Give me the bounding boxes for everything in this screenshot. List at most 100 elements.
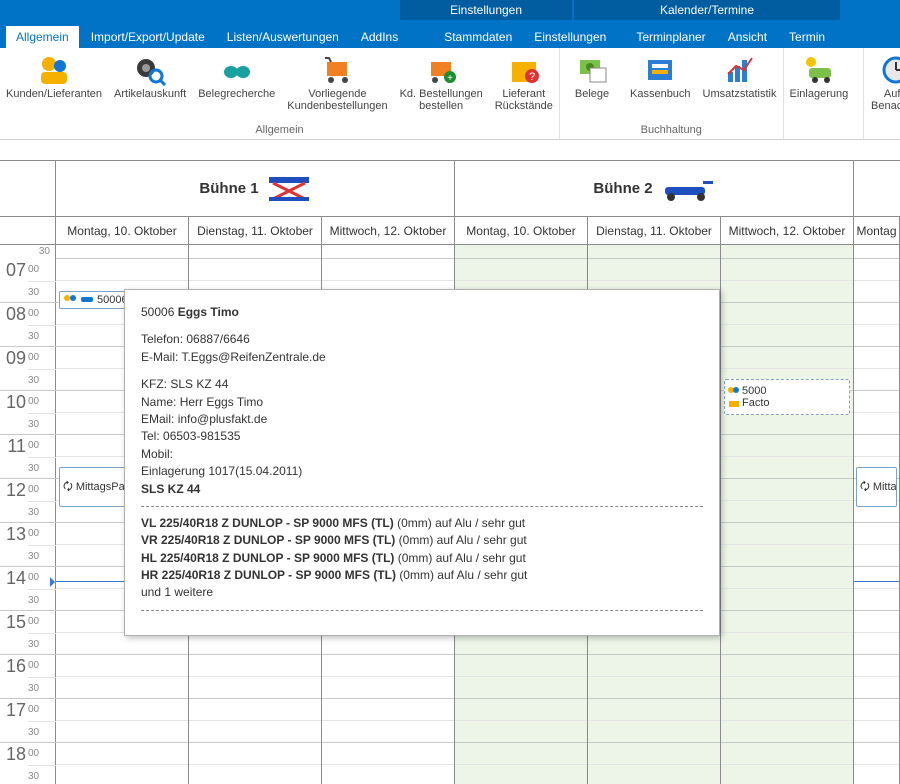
appt-mittag-b3[interactable]: 🗘 Mitta <box>856 467 897 507</box>
tt-tel: 06887/6646 <box>186 332 249 346</box>
artikel-label: Artikelauskunft <box>114 88 186 100</box>
tt-tel2: 06503-981535 <box>163 429 240 443</box>
ribbon-group-spacer2 <box>864 122 900 139</box>
car-qat-icon[interactable] <box>48 3 66 21</box>
chart-icon <box>724 54 756 86</box>
tt-tire-vr-sfx: (0mm) auf Alu / sehr gut <box>399 533 527 547</box>
tt-mobil-label: Mobil: <box>141 447 173 461</box>
auftrag-benachrichtigung-button[interactable]: Auftr Benachric <box>864 50 900 122</box>
kd-bestellungen-button[interactable]: + Kd. Bestellungen bestellen <box>394 50 489 122</box>
appt-people-icon <box>728 386 740 396</box>
tab-importexport[interactable]: Import/Export/Update <box>81 26 215 48</box>
lieferant-rueckstaende-button[interactable]: ? Lieferant Rückstände <box>489 50 559 122</box>
resource-header-buehne2[interactable]: Bühne 2 <box>455 161 854 216</box>
tt-tire-hl: HL 225/40R18 Z DUNLOP - SP 9000 MFS (TL) <box>141 551 394 565</box>
appt-car-icon <box>80 295 94 305</box>
gutter-top <box>0 161 56 216</box>
auftr-label1: Auftr <box>884 88 900 100</box>
resource-header-overflow[interactable] <box>854 161 900 216</box>
tab-allgemein[interactable]: Allgemein <box>6 26 79 48</box>
money-doc-icon <box>576 54 608 86</box>
tt-tire-vr: VR 225/40R18 Z DUNLOP - SP 9000 MFS (TL) <box>141 533 395 547</box>
tt-id: 50006 <box>141 305 174 319</box>
kassenbuch-button[interactable]: Kassenbuch <box>624 50 697 122</box>
tt-name2-label: Name: <box>141 395 176 409</box>
belege-button[interactable]: Belege <box>560 50 624 122</box>
day-b1-tue[interactable]: Dienstag, 11. Oktober <box>189 217 322 244</box>
day-b1-mon[interactable]: Montag, 10. Oktober <box>56 217 189 244</box>
vorlieg-label1: Vorliegende <box>308 88 366 100</box>
svg-text:+: + <box>447 73 453 84</box>
tt-email: T.Eggs@ReifenZentrale.de <box>181 350 325 364</box>
appt-mittag-b3-label: Mitta <box>873 481 897 493</box>
day-b2-mon[interactable]: Montag, 10. Oktober <box>455 217 588 244</box>
col-b3-mon[interactable]: 🗘 Mitta <box>854 245 900 784</box>
calendar-qat-icon[interactable] <box>114 3 132 21</box>
tt-name2: Herr Eggs Timo <box>180 395 263 409</box>
cashbook-icon <box>644 54 676 86</box>
ribbon-group-buchhaltung: Buchhaltung <box>560 122 783 139</box>
time-gutter: 3007003008003009003010003011003012003013… <box>0 245 56 784</box>
qat-overflow-icon[interactable]: ▾ <box>161 7 166 18</box>
appt-fact1-label: 5000 <box>742 385 766 397</box>
vorliegende-button[interactable]: Vorliegende Kundenbestellungen <box>281 50 393 122</box>
col-b2-wed[interactable]: 5000 Facto <box>721 245 854 784</box>
einlager-label: Einlagerung <box>790 88 849 100</box>
appt-facto[interactable]: 5000 Facto <box>724 379 850 415</box>
tab-termin[interactable]: Termin <box>779 26 835 48</box>
ribbon-group-allgemein: Allgemein <box>0 122 559 139</box>
day-b3-mon[interactable]: Montag <box>854 217 900 244</box>
umsatzstatistik-button[interactable]: Umsatzstatistik <box>697 50 783 122</box>
refresh-icon: 🗘 <box>63 478 73 497</box>
ribbon: Kunden/Lieferanten Artikelauskunft Beleg… <box>0 48 900 140</box>
tire-qat-icon[interactable] <box>70 3 88 21</box>
ribbon-group-spacer1 <box>784 122 863 139</box>
tab-stammdaten[interactable]: Stammdaten <box>434 26 522 48</box>
help-qat-icon[interactable]: ? <box>92 3 110 21</box>
kunden-qat-icon[interactable] <box>26 3 44 21</box>
tab-addins[interactable]: AddIns <box>351 26 408 48</box>
appt-fact2-label: Facto <box>742 397 770 409</box>
goggles-icon <box>221 54 253 86</box>
tt-einlager: Einlagerung 1017(15.04.2011) <box>141 463 703 480</box>
belegrecherche-button[interactable]: Belegrecherche <box>192 50 281 122</box>
appointment-tooltip: 50006 Eggs Timo Telefon: 06887/6646 E-Ma… <box>124 289 720 636</box>
kassen-label: Kassenbuch <box>630 88 691 100</box>
appt-factory-icon <box>728 398 740 408</box>
resource-b1-label: Bühne 1 <box>199 180 258 197</box>
gutter-days <box>0 217 56 244</box>
tab-einstellungen[interactable]: Einstellungen <box>524 26 616 48</box>
svg-text:?: ? <box>529 71 535 83</box>
artikelauskunft-button[interactable]: Artikelauskunft <box>108 50 192 122</box>
day-header-row: Montag, 10. Oktober Dienstag, 11. Oktobe… <box>0 217 900 245</box>
flag-icon[interactable] <box>4 3 22 21</box>
day-b1-wed[interactable]: Mittwoch, 12. Oktober <box>322 217 455 244</box>
cart-plus-icon: + <box>425 54 457 86</box>
resource-b2-label: Bühne 2 <box>593 180 652 197</box>
day-b2-tue[interactable]: Dienstag, 11. Oktober <box>588 217 721 244</box>
tt-tire-hr-sfx: (0mm) auf Alu / sehr gut <box>399 568 527 582</box>
tt-kfz: SLS KZ 44 <box>170 377 228 391</box>
clock-icon <box>880 54 900 86</box>
box-question-icon: ? <box>508 54 540 86</box>
kdbest-label2: bestellen <box>419 100 463 112</box>
qat-dropdown-icon[interactable]: ▾ <box>138 7 143 18</box>
jack-icon <box>659 177 715 201</box>
kdbest-label1: Kd. Bestellungen <box>400 88 483 100</box>
resource-header-buehne1[interactable]: Bühne 1 <box>56 161 455 216</box>
tt-more: und 1 weitere <box>141 584 703 601</box>
tab-terminplaner[interactable]: Terminplaner <box>626 26 715 48</box>
tire-search-icon <box>134 54 166 86</box>
tab-listen[interactable]: Listen/Auswertungen <box>217 26 349 48</box>
tt-name: Eggs Timo <box>178 305 239 319</box>
tab-ansicht[interactable]: Ansicht <box>718 26 777 48</box>
day-b2-wed[interactable]: Mittwoch, 12. Oktober <box>721 217 854 244</box>
cart-orange-icon <box>321 54 353 86</box>
auftr-label2: Benachric <box>871 100 900 112</box>
tt-email2-label: EMail: <box>141 412 174 426</box>
einlagerung-button[interactable]: Einlagerung <box>784 50 855 122</box>
tt-tire-vl: VL 225/40R18 Z DUNLOP - SP 9000 MFS (TL) <box>141 516 394 530</box>
kunden-lieferanten-button[interactable]: Kunden/Lieferanten <box>0 50 108 122</box>
quick-access-toolbar: ? ▾ ▾ <box>0 0 900 24</box>
tt-email2: info@plusfakt.de <box>178 412 268 426</box>
